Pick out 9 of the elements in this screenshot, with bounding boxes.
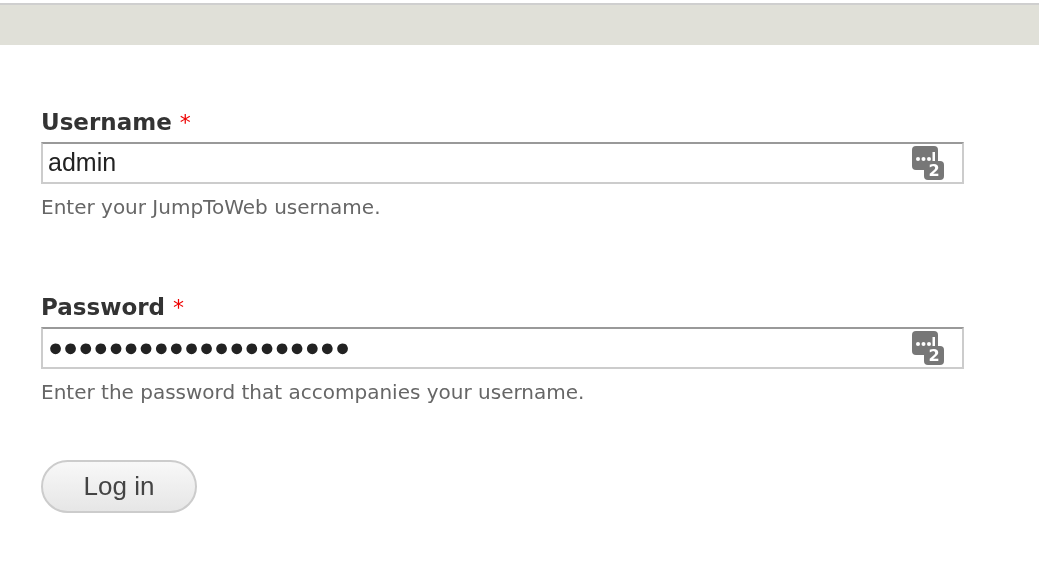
field-label: Password <box>41 293 165 322</box>
help-text: Enter your JumpToWeb username. <box>41 194 382 220</box>
required-mark: * <box>179 109 191 137</box>
input-field[interactable]: admin 2 <box>41 142 964 184</box>
login-button[interactable]: Log in <box>41 460 197 513</box>
required-mark: * <box>173 294 184 322</box>
input-field[interactable]: ●●●●●●●●●●●●●●●●●●●● 2 <box>41 327 964 369</box>
field-label: Username <box>41 108 172 137</box>
help-text: Enter the password that accompanies your username. <box>41 379 586 405</box>
